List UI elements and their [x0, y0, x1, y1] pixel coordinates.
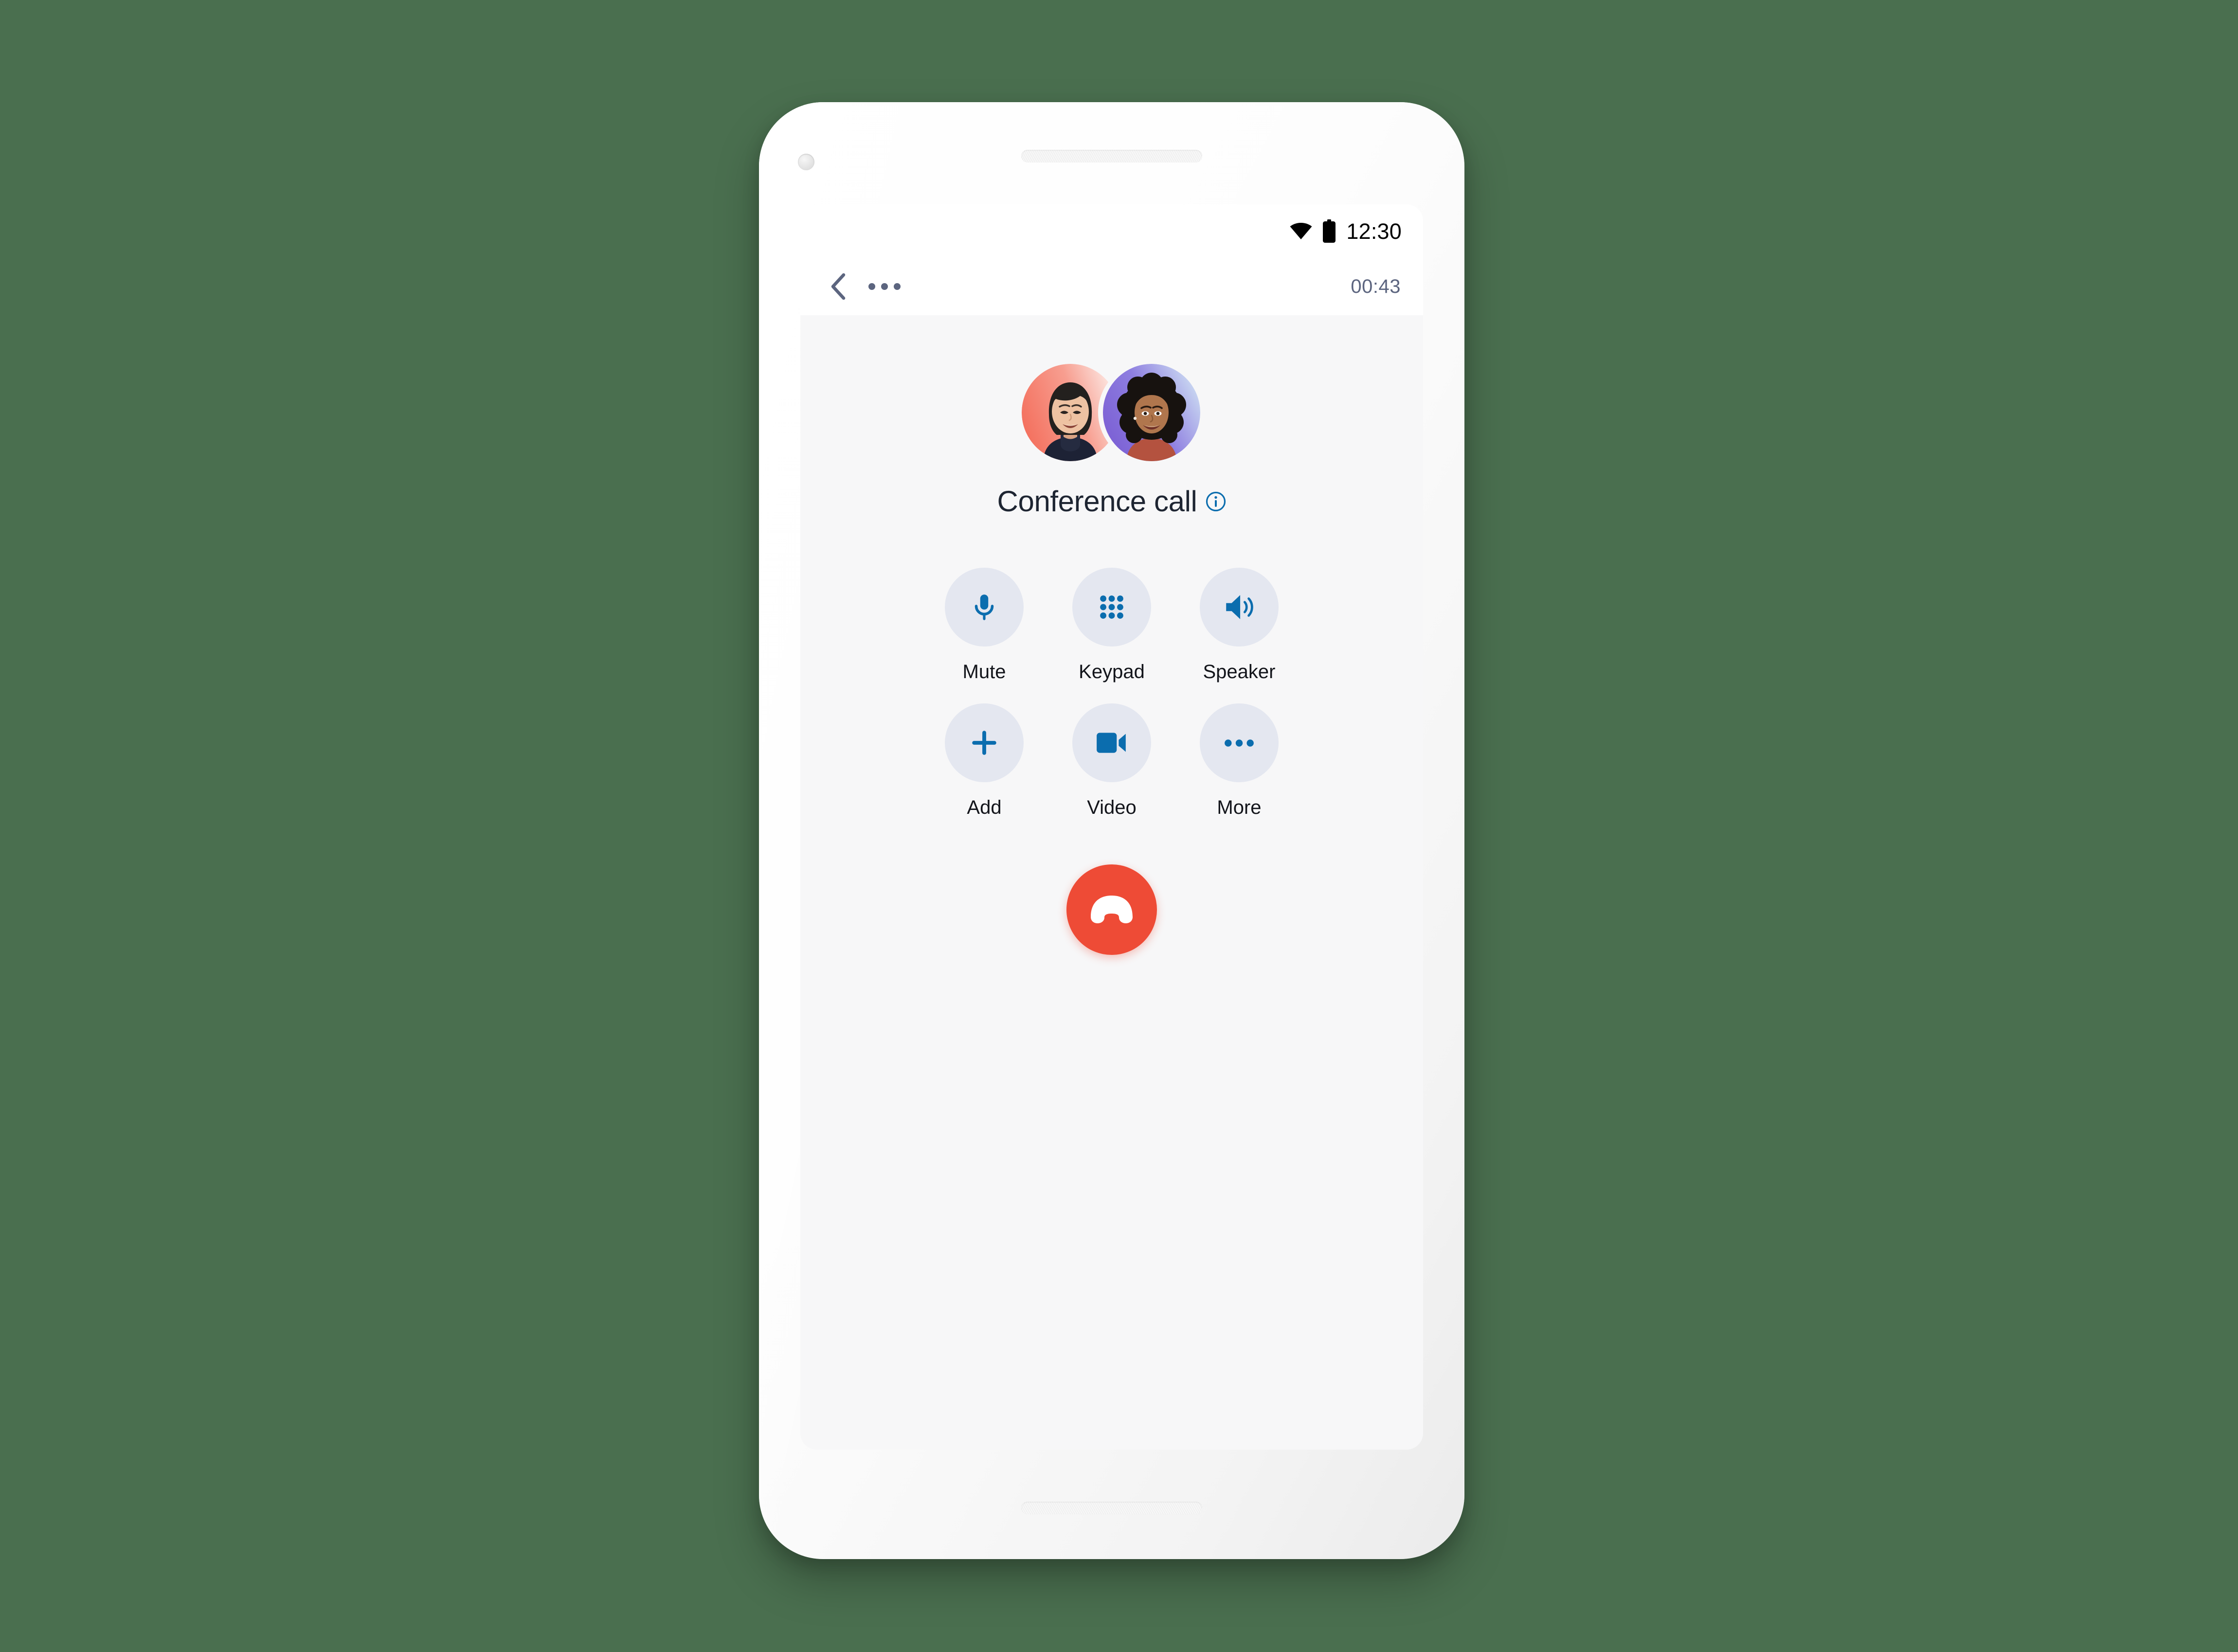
participant-avatar-stack — [1002, 364, 1221, 461]
video-button-label: Video — [1087, 797, 1137, 818]
overflow-dots-icon — [881, 283, 888, 290]
call-title-row: Conference call — [997, 485, 1227, 518]
wifi-icon — [1290, 223, 1312, 239]
speaker-button-label: Speaker — [1203, 661, 1276, 682]
avatar[interactable] — [1103, 364, 1200, 461]
status-time: 12:30 — [1346, 218, 1402, 244]
add-button-circle — [945, 703, 1024, 782]
more-button[interactable]: More — [1190, 703, 1289, 819]
add-button-label: Add — [967, 797, 1002, 818]
keypad-button-circle — [1072, 568, 1151, 646]
back-button[interactable] — [823, 271, 853, 302]
mute-button-label: Mute — [962, 661, 1006, 682]
more-button-circle — [1200, 703, 1279, 782]
overflow-dots-icon — [894, 283, 901, 290]
video-button[interactable]: Video — [1062, 703, 1161, 819]
status-bar: 12:30 — [800, 204, 1423, 258]
speaker-button[interactable]: Speaker — [1190, 568, 1289, 683]
page-title: Conference call — [997, 485, 1197, 518]
overflow-menu-button[interactable] — [866, 271, 903, 302]
info-circle-icon[interactable] — [1206, 491, 1226, 512]
avatar-photo-icon — [1103, 364, 1200, 461]
call-screen-body: Conference call Mute Keypad Speaker Add … — [800, 315, 1423, 1450]
phone-device: 12:30 00:43 Conference call Mute Keypad … — [759, 102, 1464, 1559]
video-button-circle — [1072, 703, 1151, 782]
bottom-speaker-grille — [1021, 1502, 1202, 1514]
call-timer: 00:43 — [1351, 275, 1401, 297]
video-camera-icon — [1097, 733, 1126, 753]
mute-button[interactable]: Mute — [935, 568, 1034, 683]
phone-screen: 12:30 00:43 Conference call Mute Keypad … — [800, 204, 1423, 1450]
plus-icon — [972, 731, 996, 755]
battery-full-icon — [1323, 219, 1336, 243]
keypad-button[interactable]: Keypad — [1062, 568, 1161, 683]
end-call-button[interactable] — [1066, 864, 1157, 955]
earpiece-speaker-grille — [1021, 150, 1202, 162]
call-nav-bar: 00:43 — [800, 258, 1423, 315]
call-actions-grid: Mute Keypad Speaker Add Video More — [935, 568, 1289, 819]
keypad-button-label: Keypad — [1079, 661, 1145, 682]
microphone-icon — [975, 594, 994, 620]
more-button-label: More — [1217, 797, 1262, 818]
front-camera-icon — [798, 154, 814, 170]
speaker-icon — [1226, 595, 1253, 619]
chevron-left-icon — [831, 273, 846, 300]
more-dots-icon — [1225, 739, 1254, 747]
end-call-handset-icon — [1091, 896, 1133, 923]
add-button[interactable]: Add — [935, 703, 1034, 819]
overflow-dots-icon — [868, 283, 875, 290]
speaker-button-circle — [1200, 568, 1279, 646]
dialpad-icon — [1100, 595, 1123, 619]
mute-button-circle — [945, 568, 1024, 646]
